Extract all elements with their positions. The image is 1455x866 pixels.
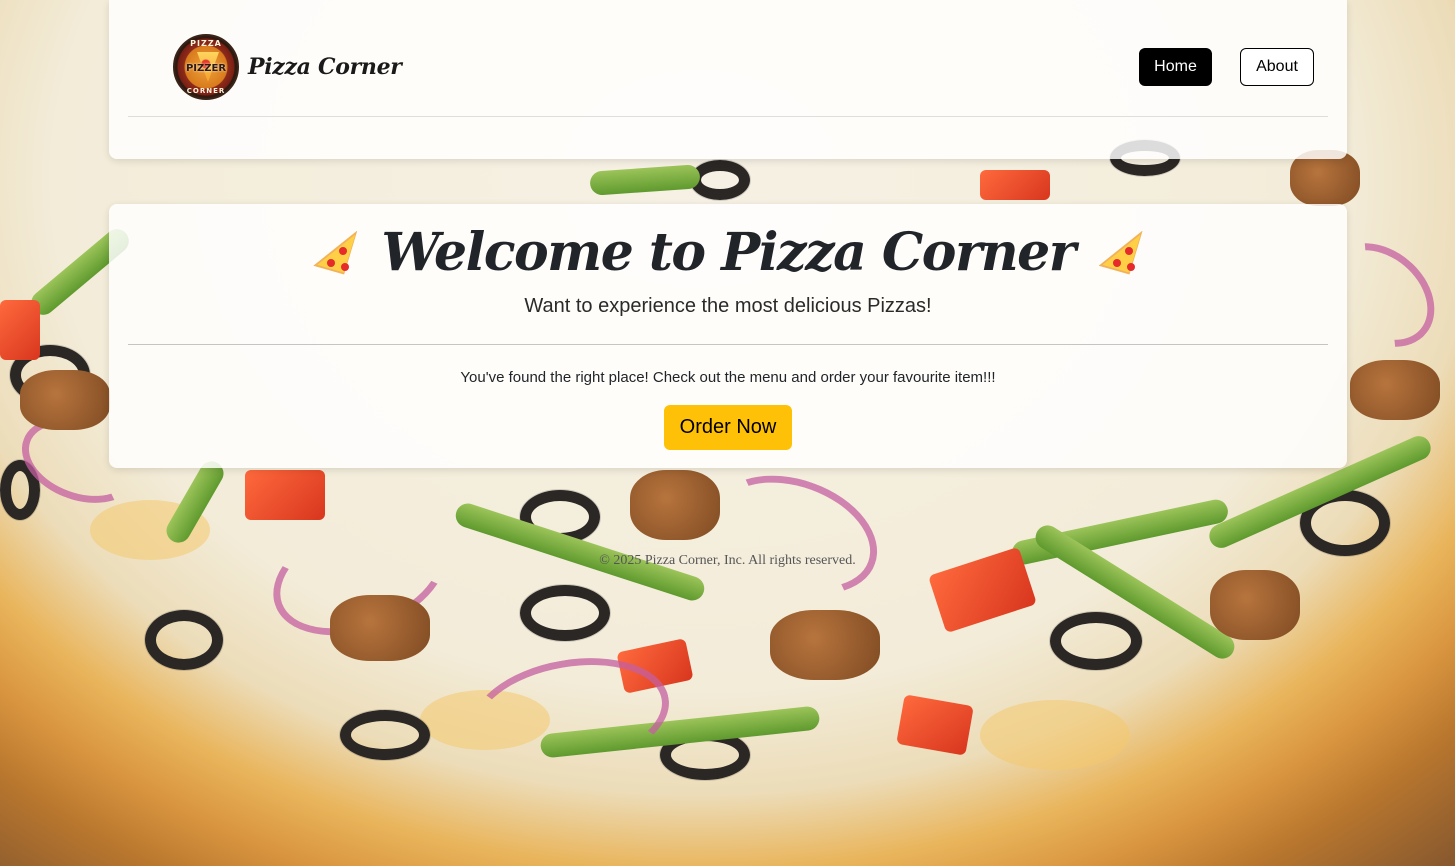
- hero-subtitle: Want to experience the most delicious Pi…: [524, 295, 932, 317]
- logo-text-mid: PIZZER: [185, 63, 227, 74]
- home-button[interactable]: Home: [1139, 48, 1212, 86]
- logo-text-bottom: CORNER: [186, 87, 226, 95]
- logo-text-top: PIZZA: [190, 39, 222, 48]
- hero-title-row: Welcome to Pizza Corner: [109, 222, 1347, 283]
- brand[interactable]: PIZZA PIZZER CORNER Pizza Corner: [173, 34, 402, 100]
- pizza-slice-icon: [309, 227, 361, 279]
- order-now-button[interactable]: Order Now: [664, 405, 792, 450]
- pizza-slice-icon: [1095, 227, 1147, 279]
- hero-divider: [128, 344, 1328, 345]
- hero-card: Welcome to Pizza Corner Want to experien…: [109, 204, 1347, 468]
- pizza-corner-logo: PIZZA PIZZER CORNER: [173, 34, 239, 100]
- brand-name[interactable]: Pizza Corner: [248, 54, 402, 80]
- hero-text: You've found the right place! Check out …: [460, 369, 996, 386]
- hero-title: Welcome to Pizza Corner: [381, 222, 1076, 283]
- navbar: PIZZA PIZZER CORNER Pizza Corner Home Ab…: [109, 0, 1347, 159]
- navbar-divider: [128, 116, 1328, 117]
- footer-copyright: © 2025 Pizza Corner, Inc. All rights res…: [599, 553, 856, 568]
- about-button[interactable]: About: [1240, 48, 1314, 86]
